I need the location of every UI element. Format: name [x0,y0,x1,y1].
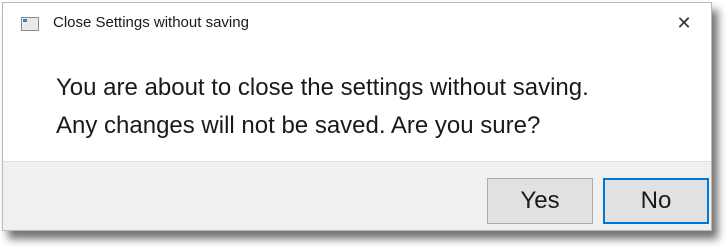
message-line-2: Any changes will not be saved. Are you s… [56,112,541,139]
screenshot-canvas: Close Settings without saving ✕ You are … [0,0,726,247]
dialog-button-bar: Yes No [3,161,711,230]
dialog-title: Close Settings without saving [53,14,249,31]
dialog-message: You are about to close the settings with… [56,69,589,145]
title-bar[interactable]: Close Settings without saving ✕ [3,3,711,45]
app-window-icon-accent [23,19,27,22]
no-button[interactable]: No [603,178,709,224]
yes-button[interactable]: Yes [487,178,593,224]
message-dialog: Close Settings without saving ✕ You are … [2,2,712,231]
app-window-icon [21,17,39,31]
message-line-1: You are about to close the settings with… [56,74,589,101]
close-icon[interactable]: ✕ [665,5,703,41]
dialog-content: You are about to close the settings with… [3,45,711,162]
